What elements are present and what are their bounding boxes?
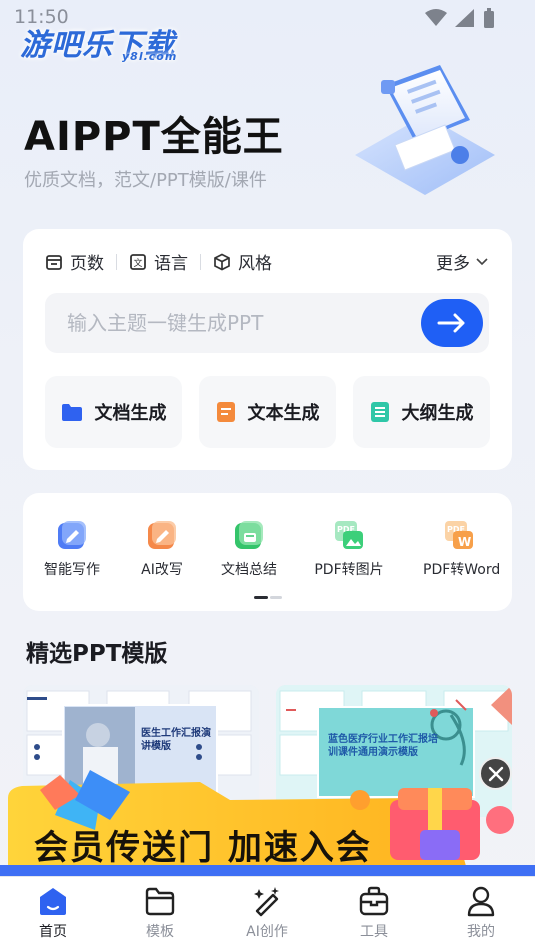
topic-input[interactable] [67,307,407,339]
folder-icon [61,404,82,421]
language-icon: 文 [130,253,146,270]
pen-write-icon [58,521,86,549]
tools-page-indicator [254,596,282,599]
tool-doc-summary-label: 文档总结 [221,562,277,578]
tab-home[interactable]: 首页 [13,885,93,941]
tab-ai-create[interactable]: AI创作 [227,885,307,941]
template-title: 蓝色医疗行业工作汇报培训课件通用演示模版 [328,734,438,758]
watermark-logo: 游吧乐下载 y8l.com [20,20,178,64]
app-title: AIPPT全能王 [24,114,284,160]
rewrite-icon [148,521,176,549]
topic-input-box [45,293,489,353]
svg-text:W: W [458,535,471,549]
tool-doc-summary[interactable]: 文档总结 [204,519,294,579]
option-style[interactable]: 风格 [213,249,272,274]
tab-templates-label: 模板 [146,924,174,940]
tool-smart-writing-label: 智能写作 [44,562,100,578]
style-cube-icon [214,253,230,270]
vip-promo-banner[interactable]: 会员传送门 加速入会 [34,820,372,869]
tab-profile[interactable]: 我的 [441,885,521,941]
close-icon [488,766,503,781]
generate-submit-button[interactable] [421,299,483,347]
outline-generate-label: 大纲生成 [401,403,474,424]
document-illustration-icon [355,65,495,195]
text-generate-button[interactable]: 文本生成 [199,376,336,448]
page-dot [270,596,282,599]
text-generate-label: 文本生成 [247,403,320,424]
doc-generate-button[interactable]: 文档生成 [45,376,182,448]
watermark-sub: y8l.com [122,50,178,63]
pdf-to-image-icon: PDF [335,521,363,549]
tab-profile-label: 我的 [467,924,495,940]
tab-tools[interactable]: 工具 [334,885,414,941]
close-banner-button[interactable] [479,757,512,790]
ai-magic-wand-icon [254,887,279,917]
option-language-label: 语言 [154,254,188,274]
svg-text:文: 文 [134,257,143,269]
divider [200,253,201,270]
tool-smart-writing[interactable]: 智能写作 [27,519,117,579]
tool-pdf-to-word-label: PDF转Word [423,562,501,578]
page-dot-active [254,596,268,599]
option-pages-label: 页数 [70,254,104,274]
tab-tools-label: 工具 [360,924,388,940]
battery-icon [484,8,494,28]
outline-icon [370,402,389,422]
status-icons [425,8,495,28]
outline-generate-button[interactable]: 大纲生成 [353,376,490,448]
featured-templates-title: 精选PPT模版 [26,641,168,667]
arrow-right-icon [437,313,465,333]
tool-pdf-to-word[interactable]: PDF W PDF转Word [414,519,512,579]
text-doc-icon [216,402,235,422]
tool-pdf-to-image[interactable]: PDF PDF转图片 [304,519,394,579]
more-label: 更多 [436,254,470,274]
option-pages[interactable]: 页数 [45,249,104,274]
tool-pdf-to-image-label: PDF转图片 [314,562,384,578]
ppt-generator-card: 页数 文 语言 风格 更多 文档生成 文本生成 大纲生成 [23,229,512,470]
tool-ai-rewrite-label: AI改写 [141,562,183,578]
template-title: 医生工作汇报演讲模版 [141,728,211,752]
chevron-down-icon [476,257,488,265]
tool-ai-rewrite[interactable]: AI改写 [117,519,207,579]
generator-options: 页数 文 语言 风格 [45,249,272,274]
option-language[interactable]: 文 语言 [129,249,188,274]
wifi-icon [425,9,447,26]
template-folder-icon [145,887,175,916]
toolbox-icon [359,886,389,916]
signal-icon [455,9,474,27]
option-style-label: 风格 [238,254,272,274]
more-options-button[interactable]: 更多 [436,249,488,274]
profile-icon [467,886,495,917]
tab-templates[interactable]: 模板 [120,885,200,941]
home-icon [40,888,66,915]
tab-home-label: 首页 [39,924,67,940]
pdf-to-word-icon: PDFW [445,521,473,549]
doc-generate-label: 文档生成 [94,403,167,424]
pages-icon [46,254,62,270]
tab-ai-create-label: AI创作 [246,924,288,940]
bottom-tab-bar: 首页 模板 AI创作 工具 我的 [0,876,535,951]
summary-icon [235,521,263,549]
app-subtitle: 优质文档，范文/PPT模版/课件 [24,170,267,191]
tools-card: 智能写作 AI改写 文档总结 PDF PDF转图片 PDF W PDF转Word [23,493,512,611]
divider [116,253,117,270]
